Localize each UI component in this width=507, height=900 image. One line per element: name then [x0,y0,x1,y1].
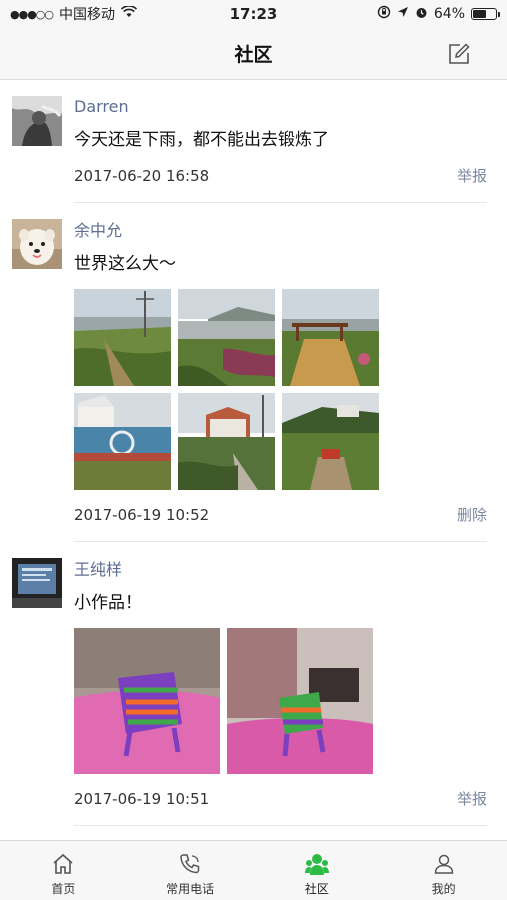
post-text: 世界这么大～ [74,254,176,274]
location-icon [397,6,409,22]
tab-label: 首页 [51,882,76,896]
post-image[interactable] [74,393,171,490]
tab-community[interactable]: 社区 [254,841,381,900]
page-title: 社区 [234,44,273,66]
wifi-icon [120,5,138,22]
tab-label: 我的 [431,882,456,896]
post-author[interactable]: 余中允 [74,203,487,241]
post-image[interactable] [178,393,275,490]
compose-icon[interactable] [445,40,473,68]
post-item[interactable]: Darren 今天还是下雨，都不能出去锻炼了 2017-06-20 16:58 … [0,80,507,203]
post-text: 小作品！ [74,593,142,613]
orientation-lock-icon [377,5,391,23]
community-icon [304,851,330,877]
post-image-grid [74,628,487,774]
tab-home[interactable]: 首页 [0,841,127,900]
post-image[interactable] [282,289,379,386]
post-meta: 2017-06-19 10:52 删除 [74,504,487,542]
tab-me[interactable]: 我的 [380,841,507,900]
delete-button[interactable]: 删除 [457,504,487,525]
post-image[interactable] [282,393,379,490]
nav-bar: 社区 [0,28,507,80]
community-feed[interactable]: Darren 今天还是下雨，都不能出去锻炼了 2017-06-20 16:58 … [0,80,507,840]
battery-icon [471,8,500,20]
post-meta: 2017-06-20 16:58 举报 [74,165,487,203]
post-author[interactable]: Darren [74,80,487,117]
carrier-name: 中国移动 [59,7,115,23]
alarm-icon [415,6,428,23]
avatar[interactable] [12,96,62,146]
post-image-grid [74,289,487,490]
post-image[interactable] [227,628,373,774]
avatar[interactable] [12,558,62,608]
status-bar: ●●●○○ 中国移动 17:23 64% [0,0,507,28]
tab-label: 常用电话 [166,882,215,896]
phone-icon [177,851,203,877]
post-meta: 2017-06-19 10:51 举报 [74,788,487,826]
post-timestamp: 2017-06-19 10:52 [74,505,210,524]
post-image[interactable] [74,289,171,386]
report-button[interactable]: 举报 [457,165,487,186]
user-icon [431,851,457,877]
battery-percent: 64% [433,6,465,22]
home-icon [50,851,76,877]
tab-phone[interactable]: 常用电话 [127,841,254,900]
post-timestamp: 2017-06-20 16:58 [74,166,210,185]
avatar[interactable] [12,219,62,269]
tab-bar: 首页 常用电话 社区 我的 [0,840,507,900]
signal-strength: ●●●○○ [10,7,54,21]
post-item[interactable]: 王纯样 小作品！ 2017-06-19 10:51 举报 [0,542,507,826]
post-image[interactable] [178,289,275,386]
post-timestamp: 2017-06-19 10:51 [74,789,210,808]
tab-label: 社区 [304,882,329,896]
post-text: 今天还是下雨，都不能出去锻炼了 [74,130,329,150]
post-item[interactable]: 余中允 世界这么大～ 2017-06-19 10:52 删除 [0,203,507,542]
post-author[interactable]: 王纯样 [74,542,487,580]
report-button[interactable]: 举报 [457,788,487,809]
post-image[interactable] [74,628,220,774]
